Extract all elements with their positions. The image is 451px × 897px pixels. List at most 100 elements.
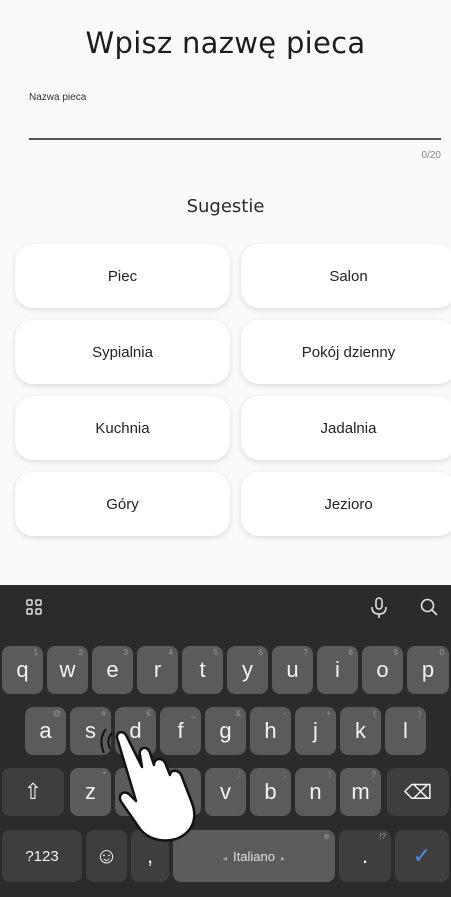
key-hint: 9 (393, 648, 398, 657)
key-n[interactable]: n! (295, 768, 336, 816)
key-hint: 1 (33, 648, 38, 657)
shift-icon: ⇧ (23, 779, 43, 804)
space-label: ◂ Italiano ▸ (217, 849, 291, 864)
key-hint: & (235, 709, 241, 718)
key-r[interactable]: r4 (137, 646, 178, 694)
key-hint: ( (373, 709, 376, 718)
language-label: Italiano (233, 848, 275, 864)
arrow-right-icon: ▸ (280, 853, 285, 863)
key-label: l (403, 718, 408, 743)
suggestion-chip-salon[interactable]: Salon (241, 244, 451, 308)
suggestion-chip-pokoj-dzienny[interactable]: Pokój dzienny (241, 320, 451, 384)
key-hint: + (326, 709, 331, 718)
key-hint: € (146, 709, 151, 718)
key-a[interactable]: a @ (25, 707, 66, 755)
key-hint: 7 (303, 648, 308, 657)
page-title: Wpisz nazwę pieca (85, 26, 366, 60)
key-label: p (421, 657, 435, 682)
key-hint: - (283, 709, 286, 718)
key-hint: 4 (168, 648, 173, 657)
key-hint: _ (191, 709, 196, 718)
key-hint: ? (371, 770, 376, 779)
key-l[interactable]: l) (385, 707, 426, 755)
key-b[interactable]: b; (250, 768, 291, 816)
field-label: Nazwa pieca (29, 92, 87, 103)
suggestion-chip-gory[interactable]: Góry (15, 472, 230, 536)
grid-icon[interactable] (26, 599, 42, 620)
on-screen-keyboard: q1 w2 e3 r4 t5 y6 u7 i8 o9 p0 a @ s # d € f… (0, 585, 451, 897)
oven-name-input[interactable] (29, 108, 441, 136)
key-label: r (153, 657, 162, 682)
key-label: i (335, 657, 340, 682)
key-hint: ! (328, 770, 331, 779)
key-label: , (146, 843, 154, 868)
key-hint: ) (418, 709, 421, 718)
key-label: s (85, 718, 96, 743)
key-label: b (264, 779, 277, 804)
key-hint: # (101, 709, 106, 718)
key-hint: 2 (78, 648, 83, 657)
checkmark-icon: ✓ (412, 843, 432, 868)
key-label: t (199, 657, 206, 682)
key-o[interactable]: o9 (362, 646, 403, 694)
key-label: g (219, 718, 232, 743)
key-k[interactable]: k( (340, 707, 381, 755)
suggestion-chip-piec[interactable]: Piec (15, 244, 230, 308)
key-hint: 6 (258, 648, 263, 657)
key-w[interactable]: w2 (47, 646, 88, 694)
key-label: z (85, 779, 96, 804)
key-label: m (351, 779, 370, 804)
suggestion-chip-sypialnia[interactable]: Sypialnia (15, 320, 230, 384)
key-label: e (106, 657, 119, 682)
key-h[interactable]: h- (250, 707, 291, 755)
key-label: h (264, 718, 277, 743)
key-i[interactable]: i8 (317, 646, 358, 694)
period-key[interactable]: .!? (339, 830, 391, 882)
mic-icon[interactable] (370, 597, 388, 624)
key-v[interactable]: v: (205, 768, 246, 816)
backspace-key[interactable]: ⌫ (387, 768, 449, 816)
key-t[interactable]: t5 (182, 646, 223, 694)
key-y[interactable]: y6 (227, 646, 268, 694)
shift-key[interactable]: ⇧ (2, 768, 64, 816)
symbols-key[interactable]: ?123 (2, 830, 82, 882)
key-u[interactable]: u7 (272, 646, 313, 694)
key-label: u (286, 657, 299, 682)
key-label: a (39, 718, 52, 743)
key-label: w (59, 657, 76, 682)
key-j[interactable]: j + (295, 707, 336, 755)
key-label: o (376, 657, 389, 682)
key-hint: 8 (348, 648, 353, 657)
suggestion-chip-jadalnia[interactable]: Jadalnia (241, 396, 451, 460)
key-hint: 3 (123, 648, 128, 657)
suggestion-chip-jezioro[interactable]: Jezioro (241, 472, 451, 536)
enter-key[interactable]: ✓ (395, 830, 449, 882)
key-p[interactable]: p0 (407, 646, 449, 694)
key-m[interactable]: m? (340, 768, 381, 816)
backspace-icon: ⌫ (403, 781, 433, 804)
key-hint: ; (283, 770, 286, 779)
input-underline (29, 138, 441, 140)
app-screen: Wpisz nazwę pieca Nazwa pieca 0/20 Suges… (0, 0, 451, 585)
key-label: k (355, 718, 366, 743)
key-hint: : (238, 770, 241, 779)
char-counter: 0/20 (421, 150, 441, 161)
key-label: q (16, 657, 29, 682)
key-label: v (220, 779, 231, 804)
symbols-label: ?123 (25, 847, 59, 865)
key-label: . (361, 843, 369, 868)
key-q[interactable]: q1 (2, 646, 43, 694)
key-hint: @ (52, 709, 61, 718)
suggestions-title: Sugestie (186, 196, 265, 217)
suggestion-chip-kuchnia[interactable]: Kuchnia (15, 396, 230, 460)
key-g[interactable]: g & (205, 707, 246, 755)
keyboard-toolbar (0, 585, 451, 635)
key-hint: !? (379, 832, 386, 841)
search-icon[interactable] (420, 598, 438, 621)
key-label: j (313, 718, 318, 743)
key-label: n (309, 779, 322, 804)
key-hint: 0 (439, 648, 444, 657)
key-label: y (242, 657, 253, 682)
tap-gesture-hand-icon (100, 728, 196, 842)
key-e[interactable]: e3 (92, 646, 133, 694)
